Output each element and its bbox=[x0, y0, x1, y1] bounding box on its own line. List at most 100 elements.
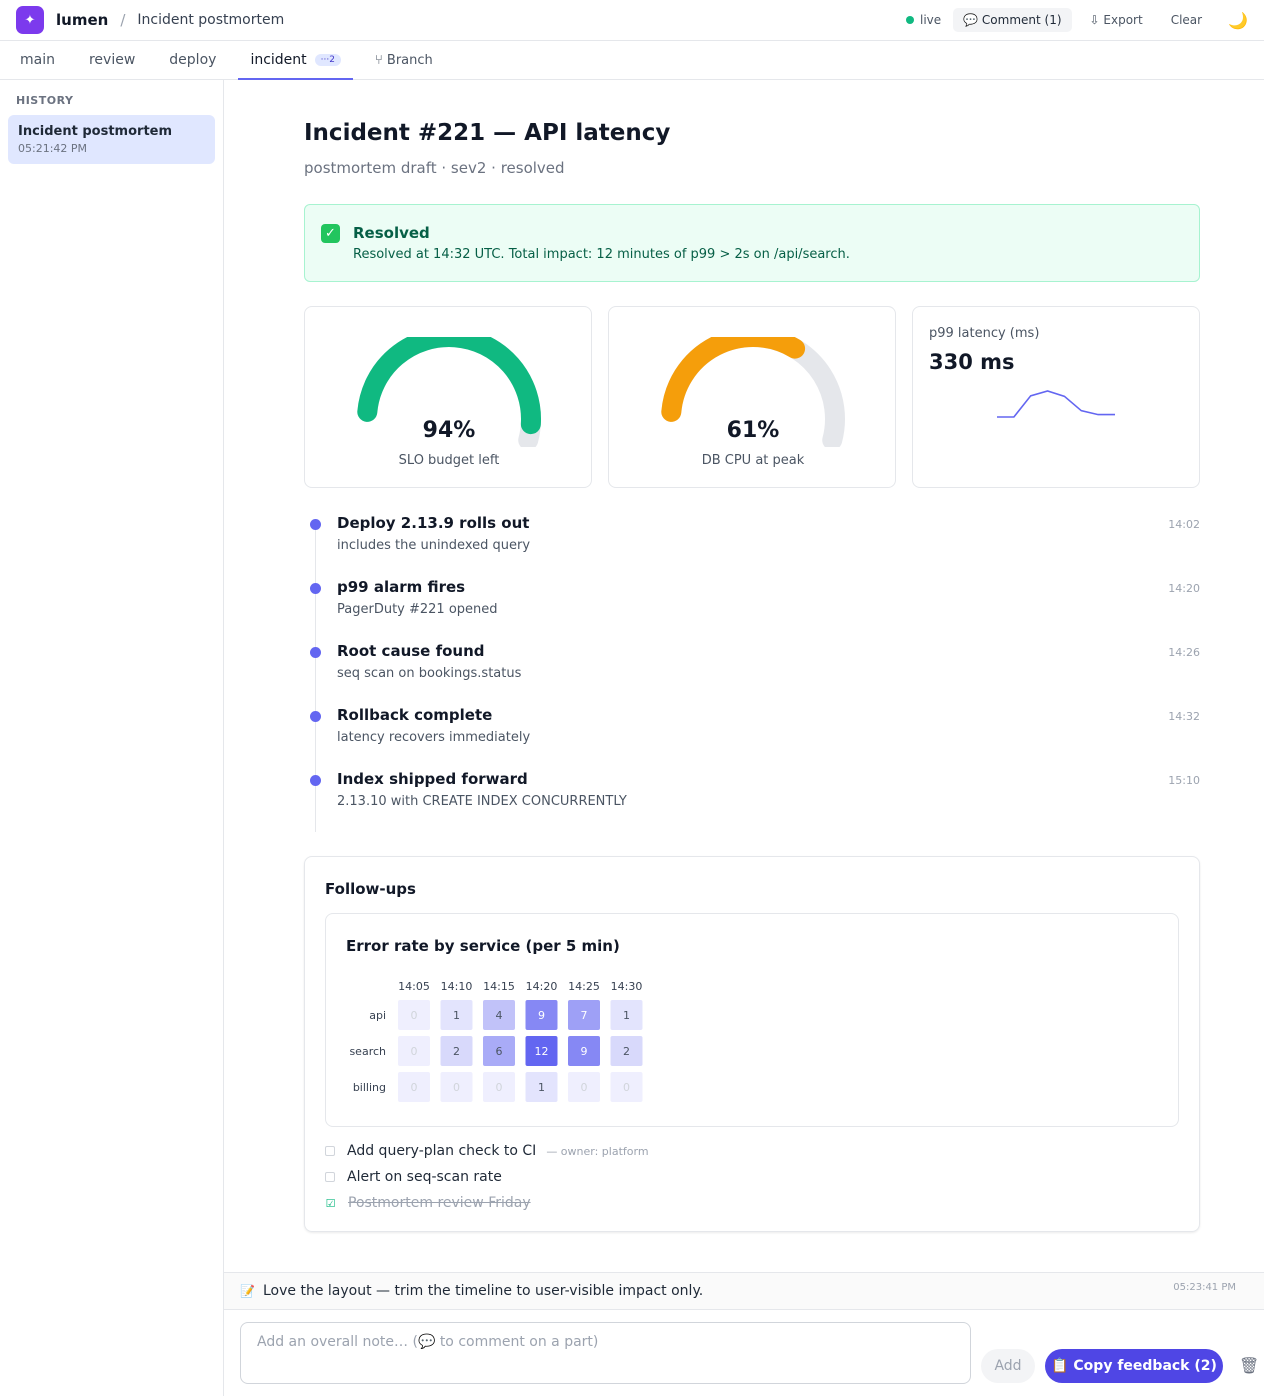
event-title: Deploy 2.13.9 rolls out bbox=[337, 514, 530, 532]
heatmap-cell-label: 4 bbox=[496, 1009, 503, 1022]
heatmap-cell-label: 12 bbox=[535, 1045, 549, 1058]
heatmap-cell-label: 2 bbox=[453, 1045, 460, 1058]
theme-toggle-moon-icon[interactable]: 🌙 bbox=[1228, 11, 1248, 30]
cpu-gauge-label: DB CPU at peak bbox=[701, 453, 805, 468]
banner-title: Resolved bbox=[353, 224, 430, 242]
followups-title: Follow-ups bbox=[325, 880, 416, 898]
branch-label: ⑂ Branch bbox=[374, 52, 433, 68]
heatmap-cell-label: 0 bbox=[411, 1045, 418, 1058]
gauge-fill bbox=[661, 337, 806, 422]
live-dot-icon bbox=[906, 16, 914, 24]
slo-gauge-card: 94% SLO budget left bbox=[304, 306, 592, 488]
task-text: Alert on seq-scan rate bbox=[347, 1169, 502, 1185]
task-item[interactable]: Alert on seq-scan rate bbox=[325, 1167, 1025, 1187]
live-label: live bbox=[920, 13, 942, 27]
page-title: Incident #221 — API latency bbox=[304, 120, 671, 146]
incident-timeline: Deploy 2.13.9 rolls out includes the uni… bbox=[304, 510, 1200, 832]
event-title: p99 alarm fires bbox=[337, 578, 466, 596]
heatmap-cell-label: 0 bbox=[411, 1081, 418, 1094]
feedback-time: 05:23:41 PM bbox=[1173, 1282, 1236, 1293]
banner-text: Resolved at 14:32 UTC. Total impact: 12 … bbox=[353, 247, 850, 262]
task-text: Postmortem review Friday bbox=[348, 1195, 531, 1211]
heatmap-cell-label: 0 bbox=[453, 1081, 460, 1094]
slo-gauge-label: SLO budget left bbox=[398, 453, 500, 468]
tab-main[interactable]: main bbox=[8, 41, 67, 79]
timeline-dot-icon bbox=[310, 711, 321, 722]
branch-button[interactable]: ⑂ Branch bbox=[363, 41, 445, 79]
event-description: latency recovers immediately bbox=[337, 730, 531, 745]
history-sidebar: HISTORY Incident postmortem 05:21:42 PM bbox=[0, 80, 224, 1396]
clear-button[interactable]: Clear bbox=[1161, 8, 1212, 32]
timeline-dot-icon bbox=[310, 647, 321, 658]
task-item[interactable]: ☑ Postmortem review Friday bbox=[325, 1193, 1025, 1213]
heatmap-cell-label: 0 bbox=[623, 1081, 630, 1094]
latency-value: 330 ms bbox=[929, 350, 1015, 374]
tab-review[interactable]: review bbox=[77, 41, 147, 79]
tab-label: incident bbox=[250, 52, 307, 68]
breadcrumb-separator: / bbox=[120, 11, 126, 29]
heatmap-cell-label: 6 bbox=[496, 1045, 503, 1058]
heatmap-x-label: 14:10 bbox=[441, 980, 473, 993]
app-logo[interactable]: ✦ bbox=[16, 6, 44, 34]
trash-icon[interactable]: 🗑 bbox=[1239, 1356, 1259, 1375]
tab-label: review bbox=[88, 52, 136, 68]
heatmap-x-label: 14:25 bbox=[568, 980, 600, 993]
timeline-event: p99 alarm fires PagerDuty #221 opened 14… bbox=[304, 574, 1200, 638]
cpu-gauge-card: 61% DB CPU at peak bbox=[608, 306, 896, 488]
latency-label: p99 latency (ms) bbox=[929, 326, 1040, 341]
history-item[interactable]: Incident postmortem 05:21:42 PM bbox=[8, 115, 215, 164]
breadcrumb: Incident postmortem bbox=[137, 12, 285, 28]
task-checkbox[interactable] bbox=[325, 1146, 335, 1156]
event-time: 14:26 bbox=[1168, 646, 1200, 659]
task-checkbox[interactable] bbox=[325, 1172, 335, 1182]
tab-label: main bbox=[20, 52, 55, 68]
tab-incident[interactable]: incident ···2 bbox=[238, 41, 353, 80]
comment-button[interactable]: 💬 Comment (1) bbox=[953, 8, 1072, 32]
branch-tabs: main review deploy incident ···2 ⑂ Branc… bbox=[0, 41, 1264, 80]
heatmap-x-label: 14:20 bbox=[526, 980, 558, 993]
heatmap-x-label: 14:05 bbox=[398, 980, 430, 993]
add-note-button[interactable]: Add bbox=[981, 1349, 1035, 1383]
event-title: Rollback complete bbox=[337, 706, 493, 724]
tab-label: deploy bbox=[169, 52, 217, 68]
history-heading: HISTORY bbox=[16, 94, 74, 107]
latency-sparkline-card: p99 latency (ms) 330 ms bbox=[912, 306, 1200, 488]
heatmap-cell-label: 9 bbox=[581, 1045, 588, 1058]
heatmap-cell-label: 0 bbox=[581, 1081, 588, 1094]
feedback-item: 📝 Love the layout — trim the timeline to… bbox=[224, 1272, 1264, 1310]
timeline-dot-icon bbox=[310, 583, 321, 594]
heatmap-y-label: billing bbox=[353, 1081, 386, 1094]
export-button[interactable]: ⇩ Export bbox=[1080, 8, 1153, 32]
followups-card: Follow-ups Error rate by service (per 5 … bbox=[304, 856, 1200, 1232]
tab-deploy[interactable]: deploy bbox=[157, 41, 228, 79]
task-checkbox-checked-icon[interactable]: ☑ bbox=[325, 1198, 336, 1209]
event-time: 15:10 bbox=[1168, 774, 1200, 787]
copy-feedback-button[interactable]: 📋 Copy feedback (2) bbox=[1045, 1349, 1223, 1383]
heatmap-cell-label: 9 bbox=[538, 1009, 545, 1022]
history-item-time: 05:21:42 PM bbox=[18, 142, 88, 155]
heatmap-title: Error rate by service (per 5 min) bbox=[346, 937, 620, 955]
check-icon: ✓ bbox=[321, 224, 340, 243]
resolved-banner: ✓ Resolved Resolved at 14:32 UTC. Total … bbox=[304, 204, 1200, 282]
heatmap-cell-label: 1 bbox=[623, 1009, 630, 1022]
event-time: 14:32 bbox=[1168, 710, 1200, 723]
heatmap-cell-label: 1 bbox=[538, 1081, 545, 1094]
history-item-title: Incident postmortem bbox=[18, 124, 173, 139]
top-actions: live 💬 Comment (1) ⇩ Export Clear 🌙 bbox=[906, 8, 1248, 32]
heatmap-y-label: search bbox=[349, 1045, 386, 1058]
event-time: 14:02 bbox=[1168, 518, 1200, 531]
event-description: seq scan on bookings.status bbox=[337, 666, 522, 681]
timeline-event: Index shipped forward 2.13.10 with CREAT… bbox=[304, 766, 1200, 830]
event-description: 2.13.10 with CREATE INDEX CONCURRENTLY bbox=[337, 794, 627, 809]
task-item[interactable]: Add query-plan check to CI — owner: plat… bbox=[325, 1141, 1025, 1161]
timeline-event: Root cause found seq scan on bookings.st… bbox=[304, 638, 1200, 702]
cpu-gauge-value: 61% bbox=[726, 418, 780, 443]
timeline-event: Deploy 2.13.9 rolls out includes the uni… bbox=[304, 510, 1200, 574]
sparkline-series bbox=[997, 390, 1115, 418]
live-status: live bbox=[906, 13, 941, 27]
feedback-text: Love the layout — trim the timeline to u… bbox=[263, 1283, 704, 1299]
note-input[interactable]: Add an overall note… (💬 to comment on a … bbox=[240, 1322, 971, 1384]
gauge-fill bbox=[357, 337, 541, 435]
metric-cards: 94% SLO budget left 61% DB CPU at peak p… bbox=[304, 306, 1200, 488]
heatmap-card: Error rate by service (per 5 min) 14:05 1… bbox=[325, 913, 1179, 1127]
